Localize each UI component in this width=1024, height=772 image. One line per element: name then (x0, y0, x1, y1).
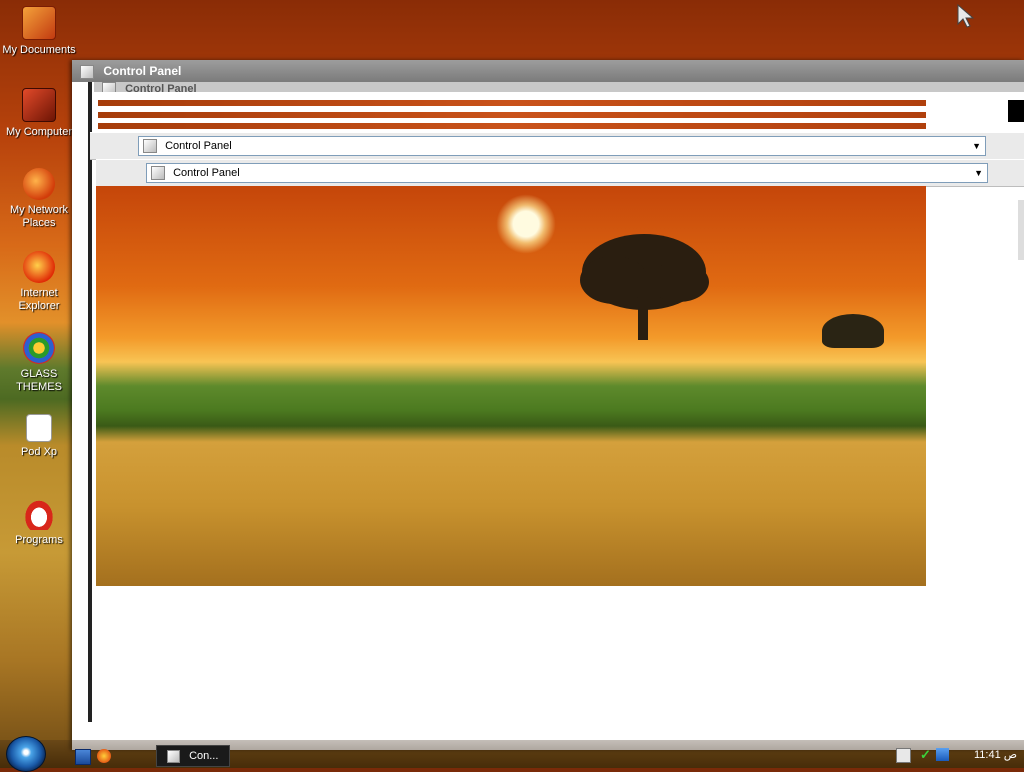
glass-themes-icon (23, 332, 55, 364)
desktop-icon-my-network-places[interactable]: My Network Places (0, 164, 78, 230)
window-left-border (88, 82, 92, 722)
network-icon[interactable] (936, 748, 949, 761)
address-toolbar: Control Panel ▼ (90, 132, 1024, 160)
control-panel-icon (80, 64, 94, 79)
system-tray: ✓ 11:41 ص (892, 745, 1024, 765)
control-panel-icon (102, 82, 116, 92)
desktop-icon-my-documents[interactable]: My Documents (0, 2, 78, 57)
clock[interactable]: 11:41 ص (974, 745, 1017, 765)
window-title: Control Panel (103, 64, 182, 78)
scrollbar-strip[interactable] (1018, 200, 1024, 260)
desktop-icon-label: GLASS THEMES (16, 368, 62, 393)
desktop-icon-label: My Network Places (9, 204, 69, 229)
desktop-icon-my-computer[interactable]: My Computer (0, 84, 78, 139)
desktop-icon-label: Pod Xp (20, 446, 58, 458)
control-panel-window: Control Panel Control Panel Control Pane… (72, 60, 1024, 750)
tree-silhouette (822, 314, 884, 348)
chevron-down-icon[interactable]: ▼ (974, 164, 983, 182)
my-documents-icon (22, 6, 56, 40)
internet-explorer-icon (23, 251, 55, 283)
address-toolbar: Control Panel ▼ (96, 159, 1024, 187)
taskbar-button-label: Con... (189, 750, 219, 762)
ghost-titlebar: Control Panel (94, 82, 1024, 92)
wallpaper-preview-image (96, 186, 926, 586)
desktop-icon-programs[interactable]: Programs (0, 494, 78, 547)
internet-explorer-icon[interactable] (97, 749, 111, 763)
address-combo[interactable]: Control Panel ▼ (138, 136, 986, 156)
taskbar-button-control-panel[interactable]: Con... (156, 745, 230, 767)
desktop-icon-label: My Computer (5, 126, 73, 138)
my-computer-icon (22, 88, 56, 122)
programs-icon (23, 498, 55, 530)
network-places-icon (23, 168, 55, 200)
desktop-icon-pod-xp[interactable]: Pod Xp (0, 410, 78, 459)
desktop-icon-glass-themes[interactable]: GLASS THEMES (0, 328, 78, 394)
desktop-icon-label: Programs (15, 534, 63, 546)
render-artifact-bar (98, 112, 926, 118)
show-desktop-icon[interactable] (75, 749, 91, 765)
address-value: Control Panel (165, 140, 232, 152)
ghost-title-text: Control Panel (125, 82, 197, 92)
desktop-icon-label: My Documents (2, 44, 76, 56)
render-artifact-bar (98, 123, 926, 129)
address-combo[interactable]: Control Panel ▼ (146, 163, 988, 183)
chevron-down-icon[interactable]: ▼ (972, 137, 981, 155)
mouse-pointer-icon (957, 4, 975, 28)
control-panel-icon (167, 749, 180, 763)
render-artifact-bar (98, 100, 926, 106)
control-panel-icon (151, 166, 165, 181)
address-value: Control Panel (173, 167, 240, 179)
sun-shape (496, 194, 556, 254)
desktop-icon-label: Internet Explorer (18, 287, 60, 312)
pod-xp-icon (26, 414, 52, 442)
render-artifact-block (1008, 100, 1024, 122)
control-panel-icon (143, 139, 157, 154)
checkmark-icon[interactable]: ✓ (920, 748, 933, 761)
taskbar: Con... ✓ 11:41 ص (0, 736, 1024, 772)
window-titlebar[interactable]: Control Panel (72, 60, 1024, 82)
keyboard-icon[interactable] (896, 748, 911, 763)
start-button[interactable] (6, 736, 46, 772)
tree-silhouette (580, 234, 709, 340)
desktop-icon-internet-explorer[interactable]: Internet Explorer (0, 247, 78, 313)
